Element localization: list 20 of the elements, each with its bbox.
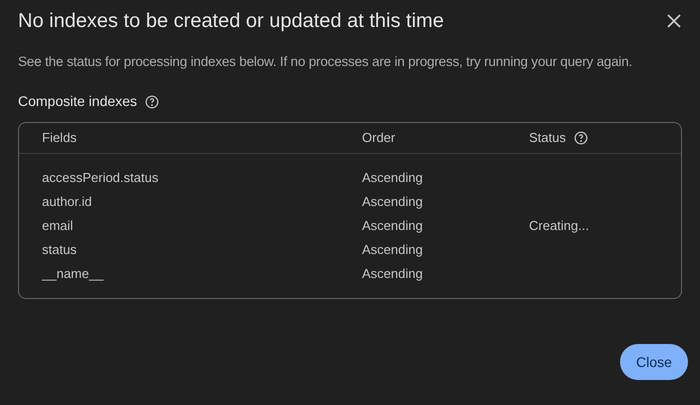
dialog-title: No indexes to be created or updated at this time <box>18 9 444 34</box>
table-cell: Ascending <box>362 218 423 234</box>
dialog-description: See the status for processing indexes below. If no processes are in progress, try running your query again. <box>17 53 634 71</box>
table-cell: status <box>42 242 77 258</box>
help-icon[interactable] <box>574 131 588 145</box>
table-cell: accessPeriod.status <box>42 170 158 186</box>
table-cell: email <box>42 218 74 234</box>
column-header: Order <box>362 130 396 146</box>
help-icon[interactable] <box>145 94 160 108</box>
table-cell: __name__ <box>42 266 104 282</box>
table-cell: Ascending <box>362 242 423 258</box>
table-cell: Ascending <box>362 266 423 282</box>
column-header: Fields <box>42 130 77 146</box>
table-cell: Ascending <box>362 170 423 186</box>
table-cell: Creating... <box>529 218 589 234</box>
table-cell: author.id <box>42 194 92 210</box>
column-header: Status <box>529 129 566 148</box>
close-button[interactable]: Close <box>620 344 688 380</box>
section-title: Composite indexes <box>18 92 138 111</box>
table-cell: Ascending <box>362 194 423 210</box>
